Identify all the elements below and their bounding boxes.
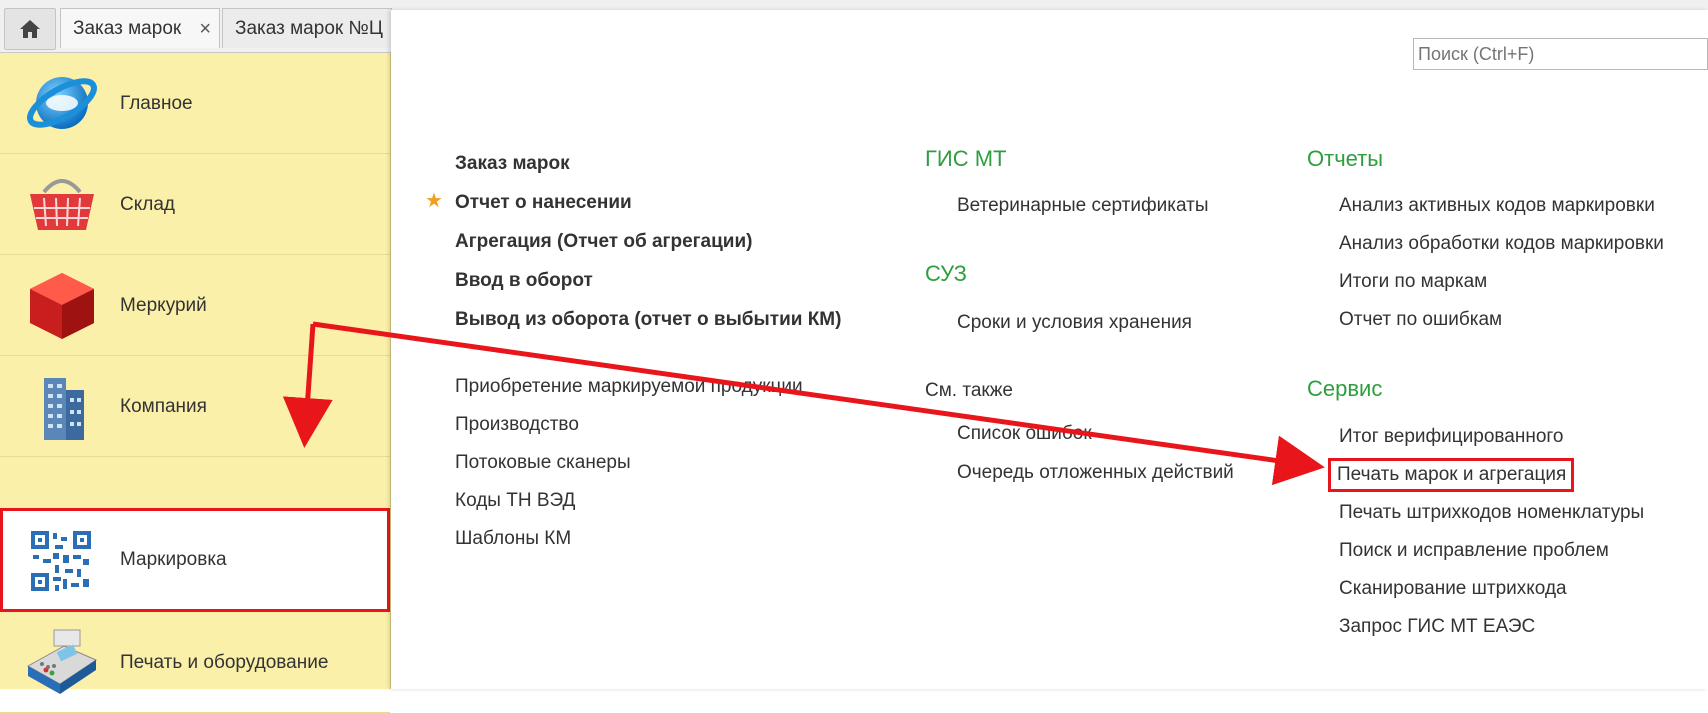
link-withdrawal[interactable]: Вывод из оборота (отчет о выбытии КМ): [455, 308, 841, 332]
building-icon: [44, 378, 84, 440]
sidebar-item-mercury[interactable]: Меркурий: [0, 255, 390, 356]
sidebar-item-label: Компания: [120, 396, 207, 417]
link-print-marks-aggregation[interactable]: Печать марок и агрегация: [1337, 463, 1566, 487]
link-tnved-codes[interactable]: Коды ТН ВЭД: [455, 489, 575, 513]
link-scan-barcode[interactable]: Сканирование штрихкода: [1339, 577, 1567, 601]
link-km-templates[interactable]: Шаблоны КМ: [455, 527, 571, 551]
favorite-star-icon[interactable]: ★: [425, 188, 443, 213]
tab-label: Заказ марок №Ц: [235, 18, 383, 39]
globe-icon: [27, 77, 97, 129]
sidebar-item-company[interactable]: Компания: [0, 356, 390, 457]
link-error-report[interactable]: Отчет по ошибкам: [1339, 308, 1502, 332]
home-icon: [20, 20, 40, 38]
tab-label: Заказ марок: [73, 18, 182, 39]
group-header-suz: СУЗ: [925, 261, 967, 286]
close-icon[interactable]: ×: [199, 9, 211, 48]
link-purchase-marked[interactable]: Приобретение маркируемой продукции: [455, 375, 803, 399]
link-vet-certificates[interactable]: Ветеринарные сертификаты: [957, 194, 1208, 218]
sidebar-item-main[interactable]: Главное: [0, 53, 390, 154]
sidebar: Главное Склад Меркурий Компания Маркиров…: [0, 53, 391, 713]
group-header-service: Сервис: [1307, 376, 1383, 401]
link-processing-analysis[interactable]: Анализ обработки кодов маркировки: [1339, 232, 1664, 256]
search-input[interactable]: [1413, 38, 1708, 70]
link-verified-total[interactable]: Итог верифицированного: [1339, 425, 1564, 449]
link-production[interactable]: Производство: [455, 413, 579, 437]
sidebar-item-marking[interactable]: Маркировка: [0, 508, 390, 612]
link-aggregation[interactable]: Агрегация (Отчет об агрегации): [455, 230, 752, 254]
basket-icon: [30, 179, 94, 230]
sidebar-item-printing[interactable]: Печать и оборудование: [0, 612, 390, 713]
link-error-list[interactable]: Список ошибок: [957, 422, 1092, 446]
home-button[interactable]: [4, 8, 56, 50]
link-storage-conditions[interactable]: Сроки и условия хранения: [957, 311, 1192, 335]
link-application-report[interactable]: Отчет о нанесении: [455, 191, 632, 215]
group-header-reports: Отчеты: [1307, 146, 1384, 171]
sidebar-item-label: Склад: [120, 194, 175, 215]
tab-order-marks-doc[interactable]: Заказ марок №Ц: [222, 8, 392, 48]
tab-order-marks[interactable]: Заказ марок ×: [60, 8, 220, 48]
link-marks-totals[interactable]: Итоги по маркам: [1339, 270, 1487, 294]
link-deferred-queue[interactable]: Очередь отложенных действий: [957, 461, 1234, 485]
group-header-see-also: См. также: [925, 380, 1013, 401]
cube-icon: [30, 273, 94, 339]
link-active-codes-analysis[interactable]: Анализ активных кодов маркировки: [1339, 194, 1655, 218]
sidebar-item-label: Меркурий: [120, 295, 207, 316]
sidebar-item-label: Маркировка: [120, 549, 227, 570]
link-find-fix-problems[interactable]: Поиск и исправление проблем: [1339, 539, 1609, 563]
qr-code-icon: [31, 531, 91, 591]
link-stream-scanners[interactable]: Потоковые сканеры: [455, 451, 631, 475]
sidebar-item-warehouse[interactable]: Склад: [0, 154, 390, 255]
sidebar-item-label: Главное: [120, 93, 193, 114]
sidebar-item-label: Печать и оборудование: [120, 652, 329, 673]
group-header-gis-mt: ГИС МТ: [925, 146, 1007, 171]
link-print-item-barcodes[interactable]: Печать штрихкодов номенклатуры: [1339, 501, 1644, 525]
link-put-into-circulation[interactable]: Ввод в оборот: [455, 269, 593, 293]
link-gis-eaeu-request[interactable]: Запрос ГИС МТ ЕАЭС: [1339, 615, 1535, 639]
pos-terminal-icon: [26, 629, 98, 694]
link-order-marks[interactable]: Заказ марок: [455, 152, 570, 176]
